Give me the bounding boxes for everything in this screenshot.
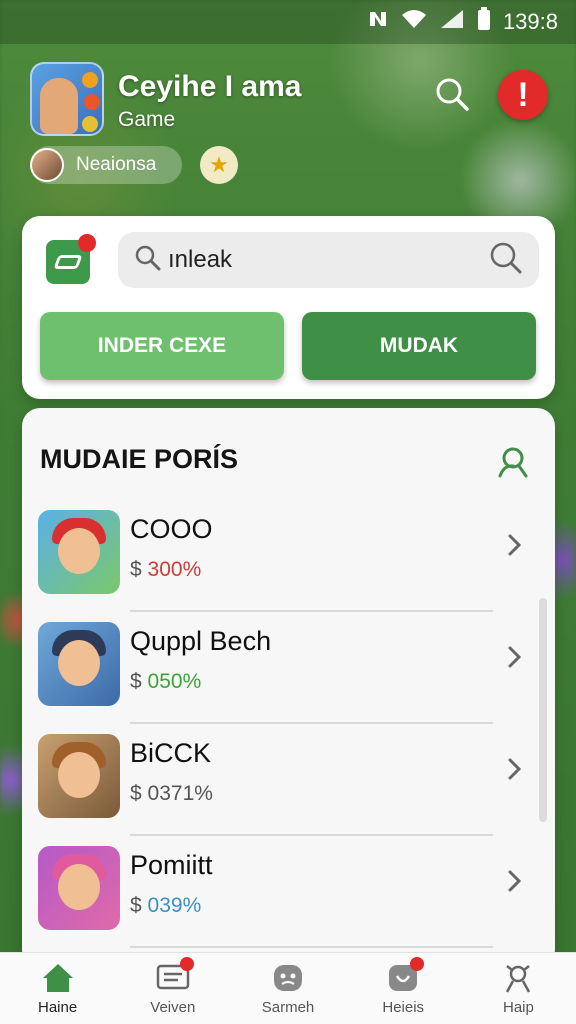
price-value: 0371%	[147, 782, 213, 805]
nav-label: Sarmeh	[261, 999, 315, 1016]
inder-cexe-button[interactable]: INDER CEXE	[40, 312, 284, 380]
product-list-card: MUDAIE PORÍS COOO $ 300% Quppl Bech $ 05…	[22, 408, 555, 968]
search-icon	[134, 244, 162, 277]
nav-label: Veiven	[150, 999, 196, 1016]
chevron-right-icon	[505, 756, 525, 787]
price-value: 300%	[147, 558, 202, 581]
item-price: $ 0371%	[130, 782, 213, 806]
search-submit-icon[interactable]	[489, 241, 523, 280]
hero-figure	[40, 78, 78, 134]
app-title: Ceyihe I ama	[118, 70, 302, 103]
chat-icon[interactable]	[46, 234, 96, 284]
nav-item-help[interactable]: Haip	[461, 953, 576, 1024]
gem-icon	[82, 72, 98, 88]
message-icon	[156, 957, 194, 995]
row-divider	[130, 946, 493, 948]
list-filter-button[interactable]	[495, 444, 531, 480]
search-card: ınleak INDER CEXE MUDAK	[22, 216, 555, 399]
chat-bubble-shape	[53, 255, 83, 269]
nfc-icon	[367, 8, 389, 36]
user-chip[interactable]: Neaionsa	[30, 146, 182, 184]
achievement-badge-icon[interactable]: ★	[200, 146, 238, 184]
nav-item-messages[interactable]: Veiven	[115, 953, 230, 1024]
currency-symbol: $	[130, 782, 142, 805]
nav-item-home[interactable]: Haine	[0, 953, 115, 1024]
item-name: Pomiitt	[130, 850, 213, 880]
chevron-right-icon	[505, 532, 525, 563]
character-face	[58, 752, 100, 798]
face-icon	[271, 961, 305, 995]
item-name: COOO	[130, 514, 213, 544]
game-thumbnail	[38, 734, 120, 818]
price-value: 050%	[147, 670, 202, 693]
signal-icon	[439, 8, 465, 36]
list-item[interactable]: COOO $ 300%	[22, 500, 555, 612]
chevron-right-icon	[505, 868, 525, 899]
app-header: Ceyihe I ama Game ! Neaionsa ★	[30, 60, 556, 200]
status-bar: 139:8	[0, 0, 576, 44]
bottom-nav: Haine Veiven Sarmeh Heieis Haip	[0, 952, 576, 1024]
game-thumbnail	[38, 622, 120, 706]
notification-dot	[78, 234, 96, 252]
chevron-right-icon	[505, 644, 525, 675]
home-icon	[41, 961, 75, 995]
price-value: 039%	[147, 894, 202, 917]
currency-symbol: $	[130, 558, 142, 581]
person-icon	[501, 961, 535, 995]
list-item[interactable]: Pomiitt $ 039%	[22, 836, 555, 948]
item-name: Quppl Bech	[130, 626, 272, 656]
character-face	[58, 640, 100, 686]
nav-label: Haip	[502, 999, 534, 1016]
app-subtitle: Game	[118, 108, 176, 131]
list-title: MUDAIE PORÍS	[40, 444, 239, 474]
item-price: $ 050%	[130, 670, 201, 694]
nav-item-heieis[interactable]: Heieis	[346, 953, 461, 1024]
alert-icon: !	[517, 75, 529, 114]
search-value: ınleak	[168, 246, 233, 273]
alert-button[interactable]: !	[498, 70, 548, 120]
currency-symbol: $	[130, 670, 142, 693]
search-input[interactable]: ınleak	[118, 232, 539, 288]
scrollbar[interactable]	[539, 598, 547, 822]
nav-label: Heieis	[382, 999, 425, 1016]
list-item[interactable]: BiCCK $ 0371%	[22, 724, 555, 836]
item-price: $ 039%	[130, 894, 201, 918]
gem-icon	[82, 116, 98, 132]
game-thumbnail	[38, 510, 120, 594]
nav-label: Haine	[38, 999, 78, 1016]
heart-chat-icon	[386, 957, 425, 995]
list-item[interactable]: Quppl Bech $ 050%	[22, 612, 555, 724]
notification-dot	[410, 957, 425, 971]
character-face	[58, 528, 100, 574]
avatar	[30, 148, 64, 182]
gem-icon	[84, 94, 100, 110]
profile-search-icon	[498, 447, 528, 478]
notification-dot	[179, 957, 194, 971]
nav-item-search[interactable]: Sarmeh	[230, 953, 345, 1024]
character-face	[58, 864, 100, 910]
search-icon	[436, 78, 469, 111]
item-price: $ 300%	[130, 558, 201, 582]
status-time: 139:8	[502, 9, 558, 34]
app-icon[interactable]	[30, 62, 104, 136]
game-thumbnail	[38, 846, 120, 930]
user-name: Neaionsa	[76, 154, 157, 175]
battery-icon	[477, 7, 491, 37]
currency-symbol: $	[130, 894, 142, 917]
wifi-icon	[401, 8, 427, 36]
mudak-button[interactable]: MUDAK	[302, 312, 536, 380]
item-name: BiCCK	[130, 738, 212, 768]
header-search-button[interactable]	[430, 72, 474, 116]
